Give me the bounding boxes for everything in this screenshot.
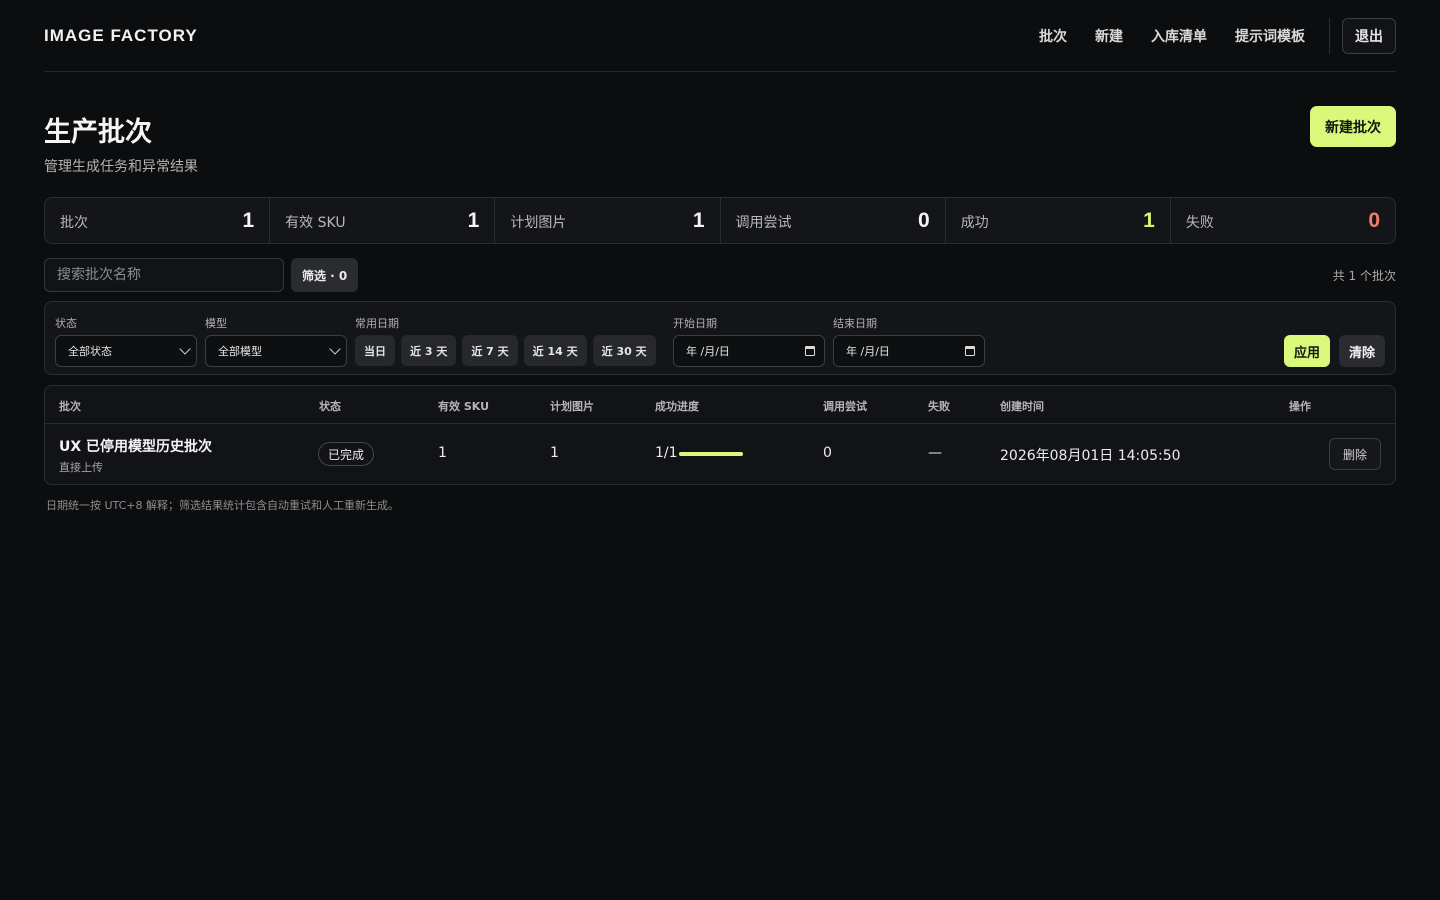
batches-table: 批次 状态 有效 SKU 计划图片 成功进度 调用尝试 失败 创建时间 操作 U… bbox=[44, 385, 1396, 485]
chevron-down-icon bbox=[179, 343, 191, 355]
column-header-planned: 计划图片 bbox=[550, 400, 594, 413]
search-input[interactable] bbox=[44, 258, 284, 292]
stat-label: 失败 bbox=[1185, 215, 1214, 231]
quick-date-label: 常用日期 bbox=[355, 317, 399, 330]
new-batch-button[interactable]: 新建批次 bbox=[1310, 106, 1396, 147]
column-header-sku: 有效 SKU bbox=[438, 400, 490, 413]
status-select-value: 全部状态 bbox=[68, 345, 112, 358]
page-title: 生产批次 bbox=[44, 117, 152, 148]
model-filter-label: 模型 bbox=[205, 317, 227, 330]
column-header-progress: 成功进度 bbox=[655, 400, 699, 413]
quick-date-filter: 常用日期 当日 近 3 天 近 7 天 近 14 天 近 30 天 bbox=[355, 315, 662, 366]
status-badge: 已完成 bbox=[318, 442, 375, 466]
stat-success: 成功 1 bbox=[944, 198, 1170, 243]
filter-toggle-button[interactable]: 筛选 · 0 bbox=[291, 258, 359, 292]
cell-planned: 1 bbox=[550, 445, 559, 461]
stat-valid-sku: 有效 SKU 1 bbox=[269, 198, 494, 243]
stat-label: 有效 SKU bbox=[285, 215, 346, 231]
end-date-input[interactable]: 年 /月/日 bbox=[833, 335, 985, 367]
nav-inventory[interactable]: 入库清单 bbox=[1151, 26, 1207, 46]
nav-prompt-templates[interactable]: 提示词模板 bbox=[1235, 26, 1305, 46]
logout-button[interactable]: 退出 bbox=[1342, 17, 1396, 54]
clear-filter-button[interactable]: 清除 bbox=[1338, 335, 1385, 367]
end-date-label: 结束日期 bbox=[833, 317, 877, 330]
total-count: 共 1 个批次 bbox=[1332, 268, 1396, 283]
cell-progress-text: 1/1 bbox=[655, 445, 678, 461]
column-header-failed: 失败 bbox=[928, 400, 950, 413]
brand-logo[interactable]: IMAGE FACTORY bbox=[44, 26, 198, 46]
status-select[interactable]: 全部状态 bbox=[55, 335, 197, 367]
stats-bar: 批次 1 有效 SKU 1 计划图片 1 调用尝试 0 成功 1 失败 0 bbox=[44, 197, 1396, 244]
stat-value: 0 bbox=[1368, 208, 1381, 232]
model-filter: 模型 全部模型 bbox=[205, 315, 347, 367]
status-filter-label: 状态 bbox=[55, 317, 77, 330]
progress-bar bbox=[679, 452, 743, 456]
end-date-value: 年 /月/日 bbox=[846, 345, 890, 358]
table-row[interactable]: UX 已停用模型历史批次 直接上传 已完成 1 1 1/1 0 — 2026年0… bbox=[45, 424, 1395, 484]
quick-date-chips: 当日 近 3 天 近 7 天 近 14 天 近 30 天 bbox=[355, 335, 662, 366]
cell-sku: 1 bbox=[438, 445, 447, 461]
cell-created: 2026年08月01日 14:05:50 bbox=[1000, 448, 1181, 464]
quick-date-today[interactable]: 当日 bbox=[355, 335, 395, 366]
stat-value: 1 bbox=[242, 208, 255, 232]
quick-date-14d[interactable]: 近 14 天 bbox=[523, 335, 587, 366]
stat-attempts: 调用尝试 0 bbox=[719, 198, 945, 243]
main-nav: 批次 新建 入库清单 提示词模板 退出 bbox=[1039, 17, 1396, 54]
stat-label: 成功 bbox=[960, 215, 989, 231]
chevron-down-icon bbox=[329, 343, 341, 355]
nav-new[interactable]: 新建 bbox=[1095, 26, 1123, 46]
column-header-created: 创建时间 bbox=[1000, 400, 1044, 413]
column-header-actions: 操作 bbox=[1289, 400, 1311, 413]
nav-batches[interactable]: 批次 bbox=[1039, 26, 1067, 46]
start-date-input[interactable]: 年 /月/日 bbox=[673, 335, 825, 367]
model-select[interactable]: 全部模型 bbox=[205, 335, 347, 367]
calendar-icon[interactable] bbox=[965, 346, 975, 356]
status-filter: 状态 全部状态 bbox=[55, 315, 197, 367]
stat-value: 1 bbox=[1143, 208, 1155, 232]
stat-label: 计划图片 bbox=[510, 215, 567, 231]
stat-batches: 批次 1 bbox=[45, 198, 269, 243]
top-bar: IMAGE FACTORY 批次 新建 入库清单 提示词模板 退出 bbox=[44, 0, 1396, 72]
apply-filter-button[interactable]: 应用 bbox=[1283, 335, 1330, 367]
batch-source: 直接上传 bbox=[59, 461, 103, 474]
delete-button[interactable]: 删除 bbox=[1328, 438, 1381, 470]
stat-label: 调用尝试 bbox=[735, 215, 792, 231]
start-date-filter: 开始日期 年 /月/日 bbox=[673, 315, 825, 367]
stat-value: 1 bbox=[692, 208, 705, 232]
nav-divider bbox=[1329, 17, 1330, 54]
column-header-status: 状态 bbox=[319, 400, 341, 413]
stat-failed: 失败 0 bbox=[1169, 198, 1395, 243]
stat-planned-images: 计划图片 1 bbox=[494, 198, 719, 243]
quick-date-3d[interactable]: 近 3 天 bbox=[401, 335, 457, 366]
start-date-label: 开始日期 bbox=[673, 317, 717, 330]
calendar-icon[interactable] bbox=[805, 346, 815, 356]
model-select-value: 全部模型 bbox=[218, 345, 262, 358]
start-date-value: 年 /月/日 bbox=[686, 345, 730, 358]
stat-value: 1 bbox=[467, 208, 480, 232]
page-header: 生产批次 管理生成任务和异常结果 新建批次 bbox=[44, 72, 1396, 197]
search-row: 筛选 · 0 共 1 个批次 bbox=[44, 258, 1396, 292]
stat-value: 0 bbox=[918, 208, 930, 232]
footnote: 日期统一按 UTC+8 解释；筛选结果统计包含自动重试和人工重新生成。 bbox=[46, 499, 400, 512]
column-header-batch: 批次 bbox=[59, 400, 81, 413]
stat-label: 批次 bbox=[60, 215, 88, 231]
quick-date-7d[interactable]: 近 7 天 bbox=[462, 335, 518, 366]
cell-failed: — bbox=[928, 445, 942, 461]
page-subtitle: 管理生成任务和异常结果 bbox=[44, 159, 198, 175]
table-header: 批次 状态 有效 SKU 计划图片 成功进度 调用尝试 失败 创建时间 操作 bbox=[45, 386, 1395, 424]
cell-attempts: 0 bbox=[823, 445, 832, 461]
progress-bar-fill bbox=[679, 452, 743, 456]
batch-name[interactable]: UX 已停用模型历史批次 bbox=[59, 436, 212, 456]
quick-date-30d[interactable]: 近 30 天 bbox=[592, 335, 656, 366]
filter-panel: 状态 全部状态 模型 全部模型 常用日期 当日 近 3 天 近 7 天 近 14… bbox=[44, 301, 1396, 375]
end-date-filter: 结束日期 年 /月/日 bbox=[833, 315, 985, 367]
column-header-attempts: 调用尝试 bbox=[823, 400, 867, 413]
